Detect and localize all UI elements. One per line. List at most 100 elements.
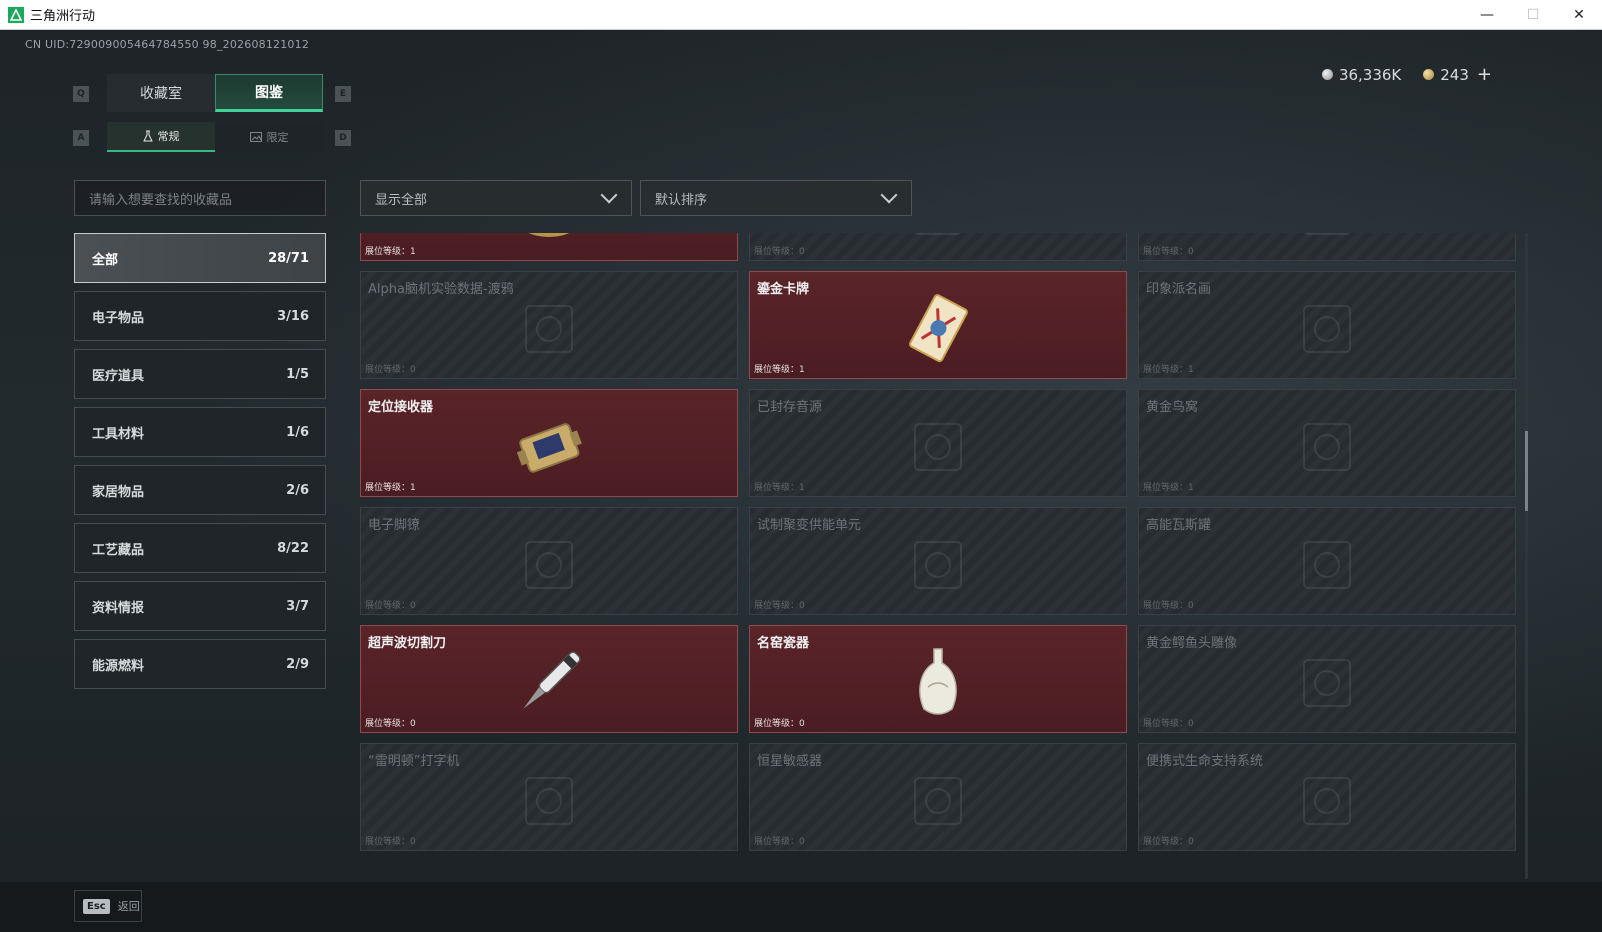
category-household[interactable]: 家居物品 2/6: [74, 465, 326, 515]
category-count: 1/6: [286, 424, 309, 440]
category-intel[interactable]: 资料情报 3/7: [74, 581, 326, 631]
card-display-level: 展位等级：0: [1143, 601, 1194, 611]
window-titlebar: 三角洲行动 — ☐ ✕: [0, 0, 1602, 30]
key-hint-e: E: [335, 86, 351, 102]
flask-icon: [142, 130, 153, 142]
filter-dropdown[interactable]: 显示全部: [360, 180, 632, 216]
minimize-button[interactable]: —: [1464, 0, 1510, 30]
collection-card[interactable]: 定位接收器 展位等级：1: [360, 389, 738, 497]
tab-limited[interactable]: 限定: [215, 122, 323, 152]
close-button[interactable]: ✕: [1556, 0, 1602, 30]
collection-card[interactable]: 名窑瓷器 展位等级：0: [749, 625, 1127, 733]
category-count: 1/5: [286, 366, 309, 382]
gas-canister-icon: [1287, 525, 1367, 605]
sort-dropdown-value: 默认排序: [655, 192, 708, 208]
card-display-level: 展位等级：0: [1143, 837, 1194, 847]
category-count: 8/22: [277, 540, 309, 556]
collection-card[interactable]: 试制聚变供能单元 展位等级：0: [749, 507, 1127, 615]
search-input[interactable]: 请输入想要查找的收藏品: [74, 180, 326, 216]
silver-currency: 36,336K: [1321, 65, 1402, 84]
card-display-level: 展位等级：1: [365, 247, 416, 257]
footer-bar: Esc 返回: [0, 882, 1602, 932]
life-support-icon: [1287, 761, 1367, 841]
ultrasonic-knife-icon: [509, 643, 589, 723]
main-tabs: 收藏室 图鉴: [107, 74, 323, 112]
collection-card[interactable]: 恒星敏感器 展位等级：0: [749, 743, 1127, 851]
collection-card[interactable]: 展位等级：1: [360, 233, 738, 261]
key-hint-d: D: [335, 130, 351, 146]
audio-source-icon: [898, 407, 978, 487]
card-title: Alpha脑机实验数据-渡鸦: [368, 282, 514, 297]
tab-regular[interactable]: 常规: [107, 122, 215, 152]
collection-card[interactable]: “雷明顿”打字机展位等级：0: [360, 743, 738, 851]
collection-card[interactable]: 高能瓦斯罐展位等级：0: [1138, 507, 1516, 615]
grid-scrollbar[interactable]: [1525, 233, 1528, 879]
user-uid: CN UID:729009005464784550 98_20260812101…: [25, 38, 310, 51]
chevron-down-icon: [600, 186, 618, 204]
card-display-level: 展位等级：0: [754, 837, 805, 847]
category-energy[interactable]: 能源燃料 2/9: [74, 639, 326, 689]
item-silhouette-icon: [898, 233, 978, 251]
card-display-level: 展位等级：1: [365, 483, 416, 493]
scrollbar-thumb[interactable]: [1525, 431, 1528, 511]
card-display-level: 展位等级：0: [365, 837, 416, 847]
card-title: 超声波切割刀: [368, 636, 447, 651]
data-drive-icon: [509, 289, 589, 369]
category-count: 3/16: [277, 308, 309, 324]
fusion-cell-icon: [898, 525, 978, 605]
collection-card[interactable]: 鎏金卡牌展位等级：1: [749, 271, 1127, 379]
tab-limited-label: 限定: [266, 131, 289, 144]
category-count: 2/9: [286, 656, 309, 672]
card-title: 高能瓦斯罐: [1146, 518, 1212, 533]
card-display-level: 展位等级：1: [754, 365, 805, 375]
category-label: 电子物品: [92, 310, 145, 326]
collection-card[interactable]: 超声波切割刀 展位等级：0: [360, 625, 738, 733]
collection-card[interactable]: 已封存音源 展位等级：1: [749, 389, 1127, 497]
card-title: “雷明顿”打字机: [368, 754, 460, 769]
card-display-level: 展位等级：0: [365, 365, 416, 375]
card-display-level: 展位等级：0: [754, 247, 805, 257]
category-crafts[interactable]: 工艺藏品 8/22: [74, 523, 326, 573]
category-all[interactable]: 全部 28/71: [74, 233, 326, 283]
back-button[interactable]: Esc 返回: [74, 890, 142, 922]
typewriter-icon: [509, 761, 589, 841]
silver-coin-icon: [1321, 69, 1333, 80]
tab-catalog[interactable]: 图鉴: [215, 74, 323, 112]
maximize-button[interactable]: ☐: [1510, 0, 1556, 30]
card-title: 鎏金卡牌: [757, 282, 810, 297]
collection-card[interactable]: 便携式生命支持系统展位等级：0: [1138, 743, 1516, 851]
category-electronics[interactable]: 电子物品 3/16: [74, 291, 326, 341]
collection-card[interactable]: Alpha脑机实验数据-渡鸦展位等级：0: [360, 271, 738, 379]
card-display-level: 展位等级：0: [754, 601, 805, 611]
collection-card[interactable]: 电子脚镣展位等级：0: [360, 507, 738, 615]
category-count: 3/7: [286, 598, 309, 614]
category-medical[interactable]: 医疗道具 1/5: [74, 349, 326, 399]
filter-dropdown-value: 显示全部: [375, 192, 428, 208]
painting-icon: [1287, 289, 1367, 369]
card-display-level: 展位等级：0: [365, 601, 416, 611]
collection-grid: 展位等级：1 展位等级：0 展位等级：0 Alpha脑机实验数据-渡鸦 展位等级：0 鎏金…: [360, 233, 1516, 851]
card-display-level: 展位等级：0: [1143, 247, 1194, 257]
collection-card[interactable]: 黄金鳄鱼头雕像 展位等级：0: [1138, 625, 1516, 733]
card-title: 黄金鳄鱼头雕像: [1146, 636, 1238, 651]
window-title: 三角洲行动: [30, 9, 96, 24]
gilded-card-icon: [898, 289, 978, 369]
card-title: 电子脚镣: [368, 518, 421, 533]
collection-card[interactable]: 展位等级：0: [749, 233, 1127, 261]
sort-dropdown[interactable]: 默认排序: [640, 180, 912, 216]
collection-card[interactable]: 印象派名画 展位等级：1: [1138, 271, 1516, 379]
category-label: 资料情报: [92, 600, 145, 616]
tab-collection-room[interactable]: 收藏室: [107, 74, 215, 112]
add-currency-button[interactable]: +: [1477, 64, 1492, 85]
chevron-down-icon: [880, 186, 898, 204]
gps-receiver-icon: [509, 407, 589, 487]
collection-card[interactable]: 黄金鸟窝 展位等级：1: [1138, 389, 1516, 497]
collection-card[interactable]: 展位等级：0: [1138, 233, 1516, 261]
collection-grid-viewport[interactable]: 展位等级：1 展位等级：0 展位等级：0 Alpha脑机实验数据-渡鸦 展位等级：0 鎏金…: [360, 233, 1520, 879]
gold-currency: 243 +: [1423, 64, 1492, 85]
silver-amount: 36,336K: [1338, 65, 1402, 84]
category-tools[interactable]: 工具材料 1/6: [74, 407, 326, 457]
category-label: 医疗道具: [92, 368, 145, 384]
key-hint-q: Q: [73, 86, 89, 102]
card-title: 便携式生命支持系统: [1146, 754, 1264, 769]
